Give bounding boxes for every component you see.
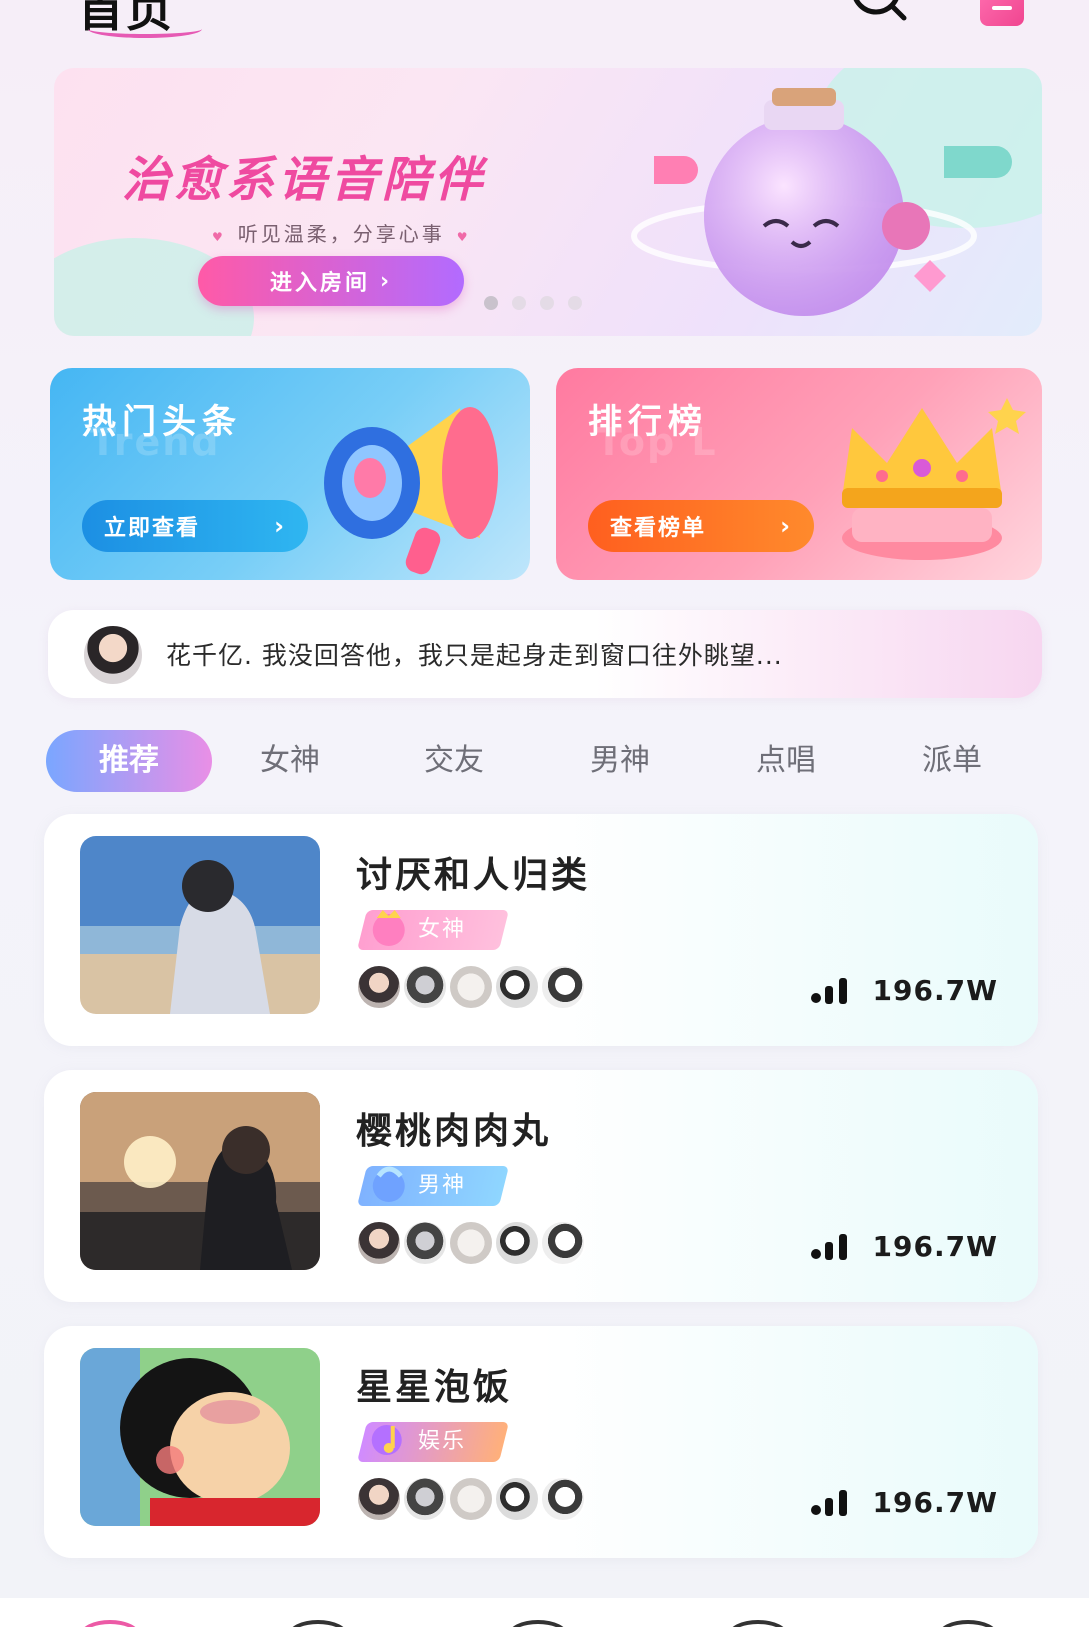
room-tag: 娱乐 [357,1422,509,1462]
room-cover-image [80,1092,320,1270]
entertainment-badge-icon [371,1425,402,1455]
room-tag: 男神 [357,1166,509,1206]
carousel-dot[interactable] [568,296,582,310]
avatar [540,964,586,1010]
room-card[interactable]: 樱桃肉肉丸 男神 196.7W [44,1070,1038,1302]
menu-icon[interactable] [980,0,1024,26]
tab-dispatch[interactable]: 派单 [904,730,1000,792]
avatar [402,1220,448,1266]
heat-value: 196.7W [872,974,998,1007]
view-now-label: 立即查看 [104,516,201,541]
avatar [540,1476,586,1522]
room-heat: 196.7W [810,1486,998,1519]
avatar [82,624,144,686]
signal-icon [810,1489,847,1516]
room-heat: 196.7W [810,1230,998,1263]
avatar [356,1476,402,1522]
avatar [402,964,448,1010]
room-cover-image [80,1348,320,1526]
heat-value: 196.7W [872,1486,998,1519]
view-ranking-button[interactable]: 查看榜单 › [588,500,814,552]
room-tag-label: 娱乐 [418,1429,467,1454]
tab-goddess[interactable]: 女神 [242,730,338,792]
enter-room-label: 进入房间 [269,271,370,296]
avatar [448,1476,494,1522]
room-name: 讨厌和人归类 [356,855,591,896]
avatar [402,1476,448,1522]
megaphone-icon [324,407,498,575]
avatar [494,1476,540,1522]
tab-sing[interactable]: 点唱 [738,730,834,792]
hot-headlines-card[interactable]: Trend 热门头条 立即查看 › [50,368,530,580]
tab-god[interactable]: 男神 [572,730,668,792]
member-avatars [356,964,616,1010]
view-ranking-label: 查看榜单 [610,516,707,541]
goddess-badge-icon [372,910,405,946]
notice-text: 花千亿. 我没回答他，我只是起身走到窗口往外眺望... [166,641,783,670]
chevron-right-icon: › [379,268,393,294]
promo-title: 排行榜 [588,402,708,442]
chevron-right-icon: › [780,512,792,540]
avatar [356,1220,402,1266]
carousel-dot[interactable] [512,296,526,310]
avatar [356,964,402,1010]
category-tabs: 推荐 女神 交友 男神 点唱 派单 [46,730,1046,792]
signal-icon [810,1233,847,1260]
nav-item-icon[interactable] [728,1620,788,1627]
nav-item-icon[interactable] [288,1620,348,1627]
view-now-button[interactable]: 立即查看 › [82,500,308,552]
leaderboard-card[interactable]: Top L 排行榜 查看榜单 › [556,368,1042,580]
bottom-nav [0,1598,1089,1627]
member-avatars [356,1220,616,1266]
promo-title: 热门头条 [82,402,242,442]
room-heat: 196.7W [810,974,998,1007]
avatar [540,1220,586,1266]
bottle-mascot-icon [631,88,1012,316]
search-icon[interactable] [848,0,910,28]
crown-icon [842,398,1026,560]
tab-recommend[interactable]: 推荐 [46,730,212,792]
enter-room-button[interactable]: 进入房间 › [198,256,464,306]
room-tag-label: 女神 [418,917,467,942]
nav-profile-icon[interactable] [938,1620,998,1627]
carousel-dot[interactable] [540,296,554,310]
nav-item-icon[interactable] [508,1620,568,1627]
home-page: 首页 治愈系语音陪伴 听见温柔，分享心事 进入房间 › [0,0,1089,1627]
room-cover-image [80,836,320,1014]
carousel-dot[interactable] [484,296,498,310]
avatar [448,1220,494,1266]
room-tag-label: 男神 [418,1173,467,1198]
hero-banner[interactable]: 治愈系语音陪伴 听见温柔，分享心事 进入房间 › [54,68,1042,336]
chevron-right-icon: › [274,512,286,540]
hero-subtitle: 听见温柔，分享心事 [200,218,483,247]
room-card[interactable]: 星星泡饭 娱乐 196.7W [44,1326,1038,1558]
nav-home-icon[interactable] [80,1620,140,1627]
heat-value: 196.7W [872,1230,998,1263]
room-tag: 女神 [357,910,509,950]
member-avatars [356,1476,616,1522]
avatar [494,964,540,1010]
god-badge-icon [372,1166,405,1202]
room-name: 樱桃肉肉丸 [356,1111,552,1152]
room-card[interactable]: 讨厌和人归类 女神 196.7W [44,814,1038,1046]
notice-bar[interactable]: 花千亿. 我没回答他，我只是起身走到窗口往外眺望... [48,610,1042,698]
page-title: 首页 [78,0,202,40]
hero-title: 治愈系语音陪伴 [122,152,487,208]
tab-friends[interactable]: 交友 [406,730,502,792]
signal-icon [810,977,847,1004]
avatar [448,964,494,1010]
avatar [494,1220,540,1266]
carousel-dots [484,296,582,310]
room-name: 星星泡饭 [356,1367,513,1408]
